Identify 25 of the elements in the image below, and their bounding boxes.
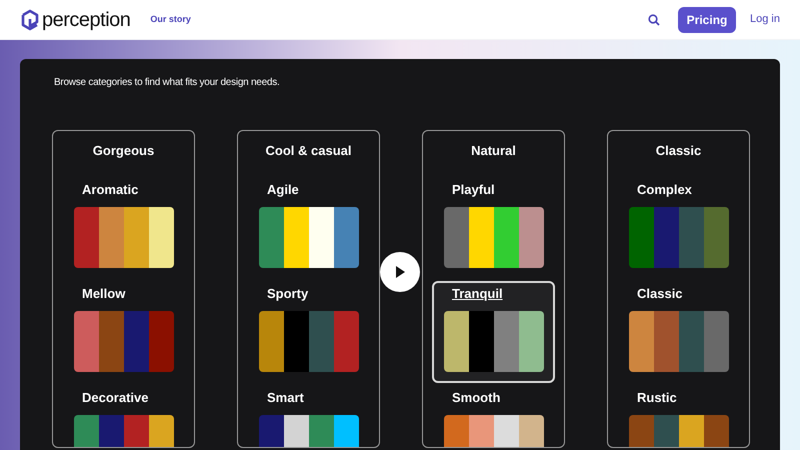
play-button[interactable] bbox=[380, 252, 420, 292]
nav-link[interactable]: Our story bbox=[150, 12, 191, 26]
palette-name[interactable]: Decorative bbox=[74, 388, 173, 407]
palette-name[interactable]: Tranquil bbox=[444, 284, 543, 303]
palette-name[interactable]: Complex bbox=[629, 180, 728, 199]
logo-icon bbox=[20, 8, 40, 30]
brand-name: perception bbox=[42, 10, 130, 30]
pricing-button[interactable]: Pricing bbox=[678, 6, 736, 32]
category-title: Natural bbox=[471, 142, 516, 160]
search-icon[interactable] bbox=[648, 14, 660, 26]
category-title: Gorgeous bbox=[92, 142, 154, 160]
login-link[interactable]: Log in bbox=[750, 11, 780, 28]
palette-name[interactable]: Aromatic bbox=[74, 180, 173, 199]
palette-name[interactable]: Agile bbox=[259, 180, 358, 199]
palette-name[interactable]: Mellow bbox=[74, 284, 173, 303]
palette-name[interactable]: Classic bbox=[629, 284, 728, 303]
category-title: Classic bbox=[656, 142, 702, 160]
palette-name[interactable]: Smooth bbox=[444, 388, 543, 407]
subtitle: Browse categories to find what fits your design needs. bbox=[54, 76, 281, 90]
play-icon bbox=[395, 266, 405, 278]
palette-name[interactable]: Rustic bbox=[629, 388, 728, 407]
palette-name[interactable]: Sporty bbox=[259, 284, 358, 303]
palette-name[interactable]: Playful bbox=[444, 180, 543, 199]
palette-name[interactable]: Smart bbox=[259, 388, 358, 407]
category-title: Cool & casual bbox=[266, 142, 352, 160]
